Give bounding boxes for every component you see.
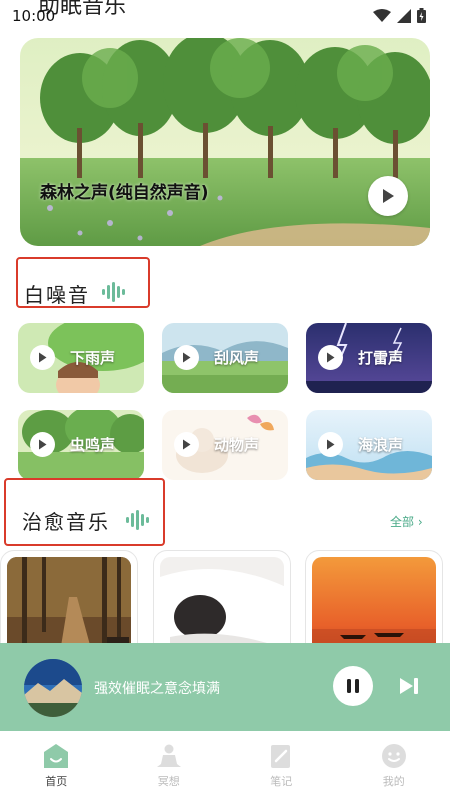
home-icon [44,744,69,768]
meditation-icon [156,744,181,767]
status-icons [373,8,426,23]
sound-wave-icon [126,510,149,530]
hero-play-button[interactable] [368,176,408,216]
pause-button[interactable] [333,666,373,706]
noise-label: 动物声 [214,436,260,454]
nav-label: 首页 [45,775,68,788]
status-bar: 助眠音乐 10:00 [0,0,450,32]
battery-icon [417,8,426,23]
nav-item-notes[interactable]: 笔记 [225,731,338,800]
next-track-icon[interactable] [398,675,420,697]
profile-icon [381,744,406,768]
noise-card-waves[interactable]: 海浪声 [306,410,432,480]
status-time: 10:00 [12,7,56,25]
play-icon [183,352,191,363]
chevron-right-icon: › [417,515,423,529]
play-button[interactable] [30,432,55,457]
play-icon [327,352,335,363]
play-icon [39,439,47,450]
hero-title: 森林之声(纯自然声音) [40,183,209,203]
noise-label: 海浪声 [358,436,404,454]
play-button[interactable] [174,345,199,370]
now-playing-title: 强效催眠之意念填满 [94,681,220,697]
play-icon [183,439,191,450]
noise-label: 打雷声 [358,349,404,367]
play-button[interactable] [30,345,55,370]
play-button[interactable] [318,345,343,370]
forest-image [20,38,430,246]
play-button[interactable] [174,432,199,457]
nav-item-meditation[interactable]: 冥想 [113,731,226,800]
sound-wave-icon [102,282,125,302]
wifi-icon [373,8,391,22]
nav-label: 我的 [382,775,405,788]
bottom-nav: 首页 冥想 笔记 我的 [0,731,450,800]
white-noise-title: 白噪音 [24,283,90,307]
noise-card-rain[interactable]: 下雨声 [18,323,144,393]
noise-card-insects[interactable]: 虫鸣声 [18,410,144,480]
healing-music-title: 治愈音乐 [22,510,110,534]
nav-label: 笔记 [270,775,293,788]
nav-item-profile[interactable]: 我的 [338,731,450,800]
view-all-label: 全部 [390,515,415,529]
signal-icon [397,8,411,23]
album-cover [24,659,82,717]
noise-card-wind[interactable]: 刮风声 [162,323,288,393]
noise-card-thunder[interactable]: 打雷声 [306,323,432,393]
play-button[interactable] [318,432,343,457]
noise-label: 刮风声 [214,349,260,367]
now-playing-bar[interactable]: 强效催眠之意念填满 [0,643,450,731]
play-icon [327,439,335,450]
play-icon [39,352,47,363]
noise-card-animals[interactable]: 动物声 [162,410,288,480]
view-all-link[interactable]: 全部 › [390,513,423,530]
noise-label: 虫鸣声 [70,436,116,454]
note-icon [271,745,291,768]
play-icon [383,189,394,203]
pause-icon [347,679,359,693]
nav-item-home[interactable]: 首页 [0,731,113,800]
hero-banner[interactable]: 森林之声(纯自然声音) [20,38,430,246]
noise-label: 下雨声 [70,349,116,367]
nav-label: 冥想 [157,775,180,788]
